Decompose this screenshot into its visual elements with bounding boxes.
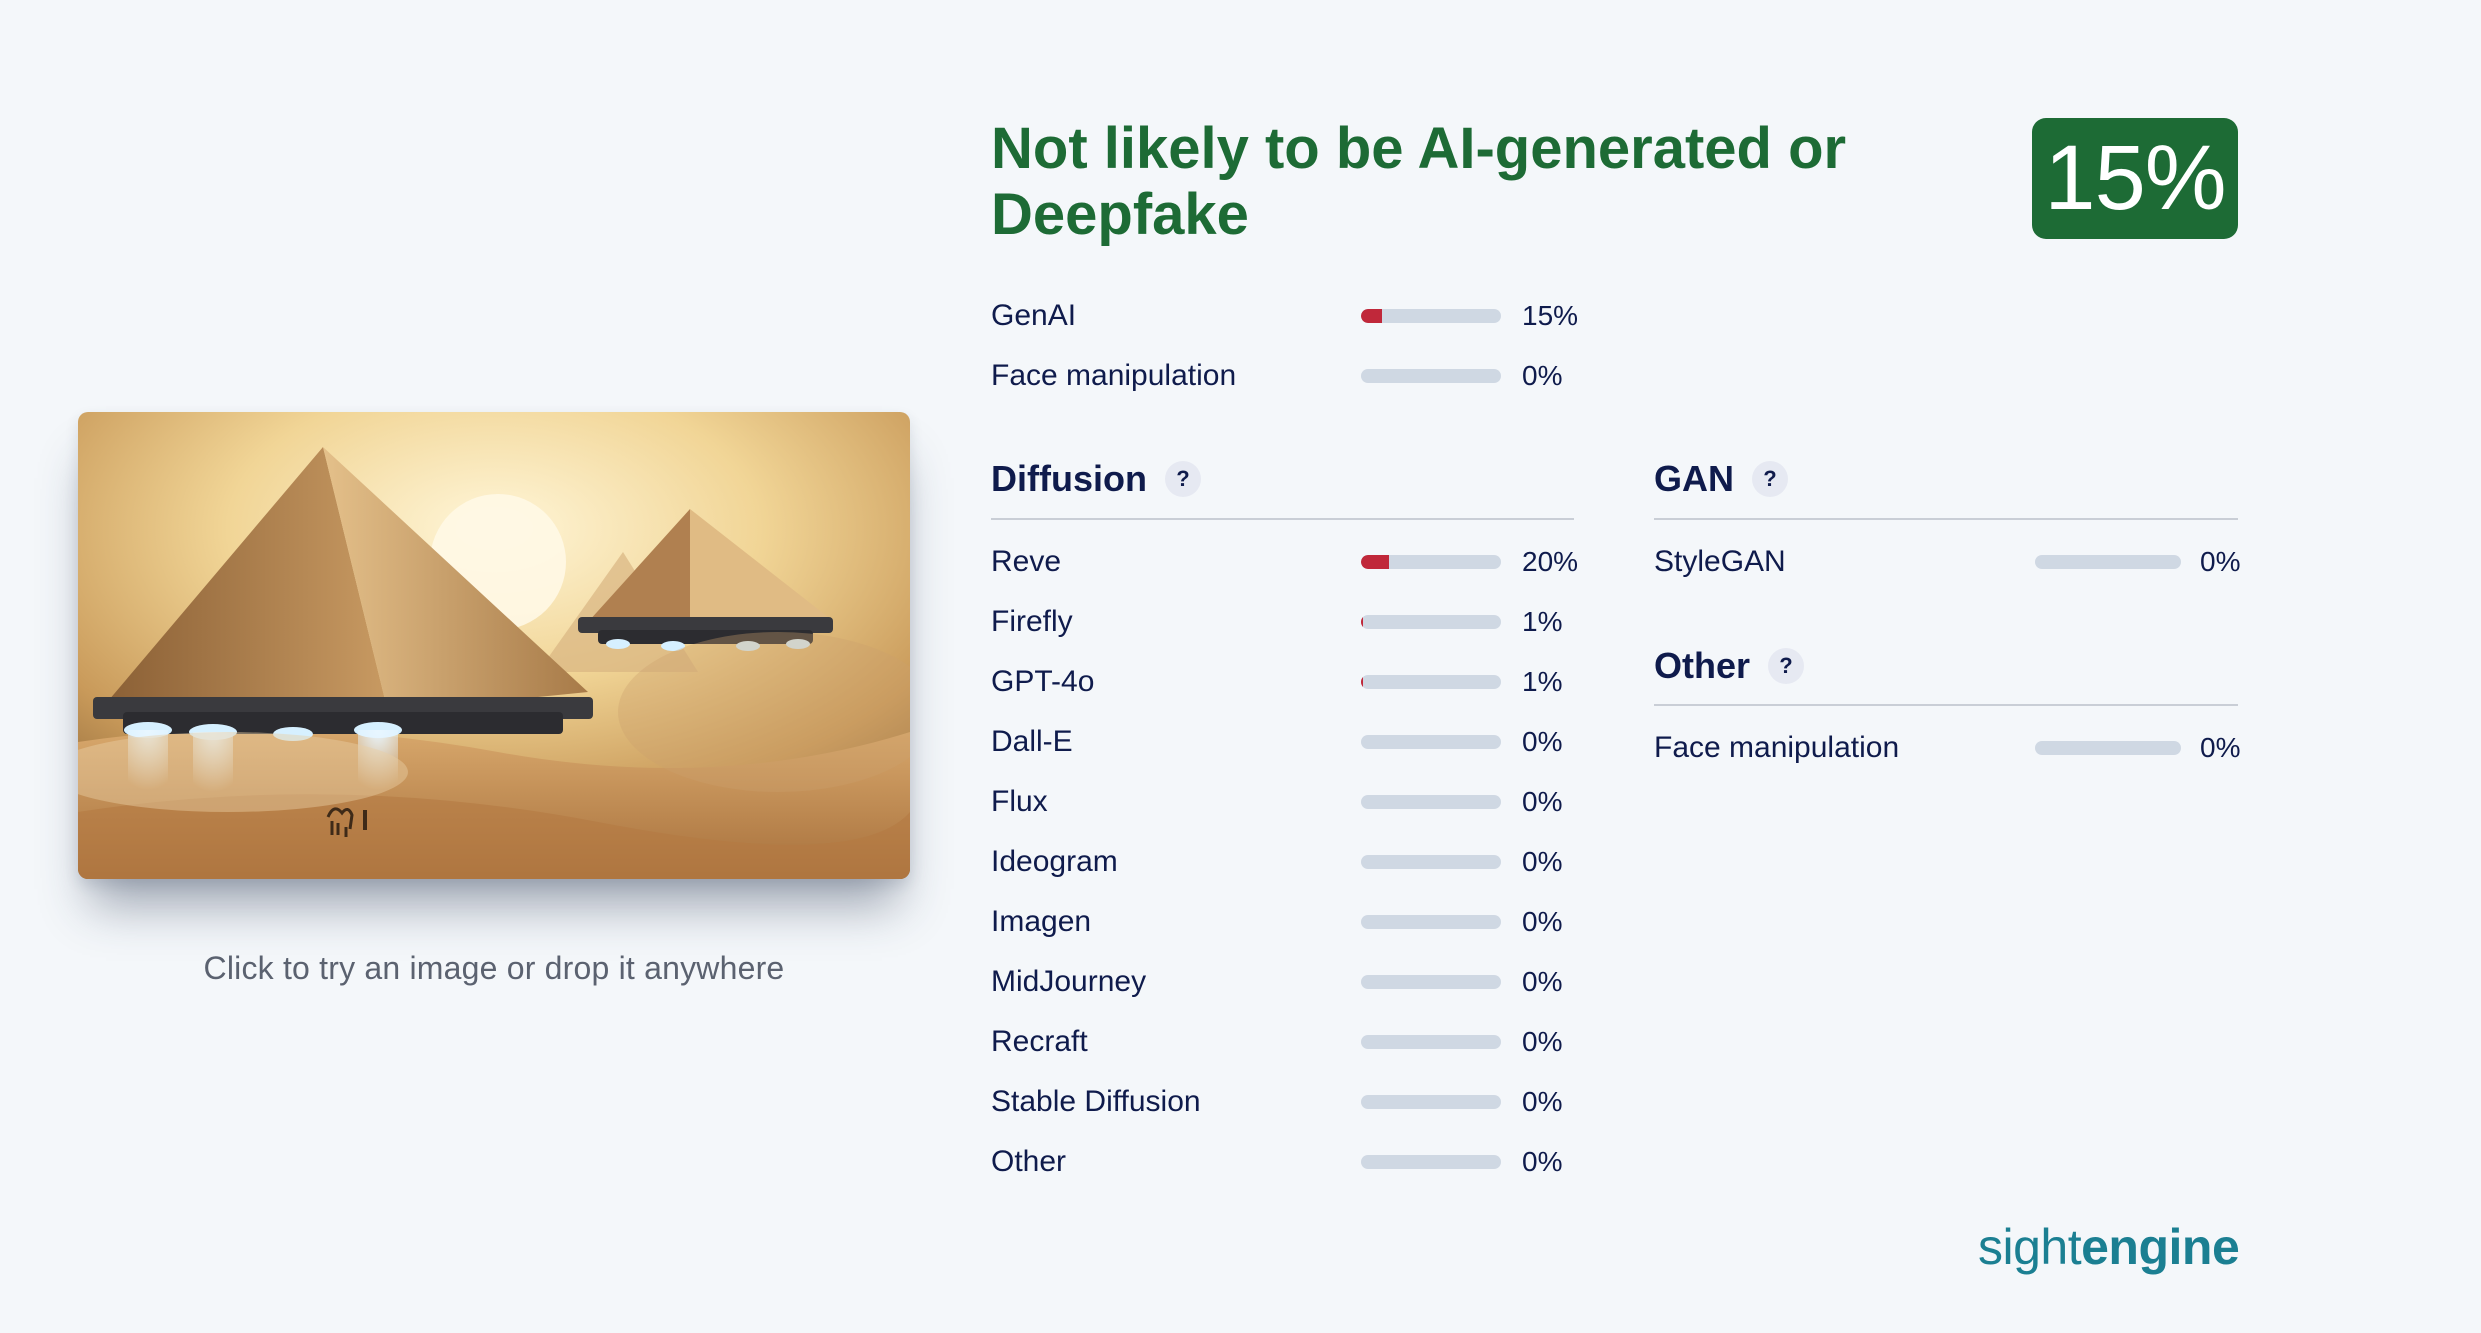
- score-percent: 20%: [1522, 546, 1579, 577]
- score-label: Flux: [991, 785, 1048, 818]
- score-bar: [1361, 855, 1501, 869]
- score-bar: [1361, 1035, 1501, 1049]
- score-row: Imagen: [991, 902, 1091, 942]
- score-row: Firefly: [991, 602, 1073, 642]
- score-percent: 0%: [1522, 966, 1563, 997]
- score-bar-fill: [1361, 615, 1363, 629]
- other-help-icon[interactable]: ?: [1768, 648, 1805, 684]
- score-label: Reve: [991, 545, 1062, 578]
- score-row: Stable Diffusion: [991, 1082, 1201, 1122]
- score-row: Other: [991, 1142, 1066, 1182]
- other-title: Other: [1654, 645, 1751, 686]
- score-bar-fill: [1361, 309, 1382, 323]
- score-percent: 0%: [1522, 846, 1563, 877]
- score-bar: [1361, 1155, 1501, 1169]
- score-bar: [1361, 795, 1501, 809]
- gan-divider: [1654, 518, 2238, 520]
- score-row: Flux: [991, 782, 1048, 822]
- score-percent: 1%: [1522, 666, 1563, 697]
- gan-title: GAN: [1654, 458, 1734, 499]
- score-row: Recraft: [991, 1022, 1088, 1062]
- score-label: Face manipulation: [1654, 731, 1900, 764]
- score-bar-fill: [1361, 555, 1389, 569]
- score-bar: [1361, 1095, 1501, 1109]
- other-header: Other ?: [1654, 645, 1805, 687]
- score-bar: [1361, 309, 1501, 323]
- score-bar: [1361, 915, 1501, 929]
- diffusion-title: Diffusion: [991, 458, 1147, 499]
- diffusion-header: Diffusion ?: [991, 458, 1201, 500]
- score-badge: 15%: [2032, 118, 2238, 239]
- score-label: Firefly: [991, 605, 1073, 638]
- score-label: GenAI: [991, 299, 1077, 332]
- score-bar: [2035, 555, 2181, 569]
- score-percent: 0%: [1522, 786, 1563, 817]
- score-row: MidJourney: [991, 962, 1146, 1002]
- score-bar: [1361, 615, 1501, 629]
- other-divider: [1654, 704, 2238, 706]
- score-label: Ideogram: [991, 845, 1118, 878]
- score-label: Imagen: [991, 905, 1092, 938]
- page: Click to try an image or drop it anywher…: [0, 0, 2481, 1333]
- sightengine-logo[interactable]: sightengine: [1978, 1218, 2240, 1276]
- score-label: MidJourney: [991, 965, 1147, 998]
- score-label: Dall-E: [991, 725, 1073, 758]
- score-row: Face manipulation: [991, 356, 1236, 396]
- diffusion-divider: [991, 518, 1574, 520]
- score-percent: 0%: [1522, 1026, 1563, 1057]
- score-percent: 0%: [1522, 726, 1563, 757]
- score-label: Stable Diffusion: [991, 1085, 1201, 1118]
- score-label: StyleGAN: [1654, 545, 1786, 578]
- score-label: Face manipulation: [991, 359, 1237, 392]
- score-percent: 0%: [2200, 732, 2241, 763]
- score-percent: 15%: [1522, 300, 1579, 331]
- logo-bold: engine: [2081, 1219, 2240, 1275]
- logo-light: sight: [1978, 1219, 2082, 1275]
- score-bar: [2035, 741, 2181, 755]
- gan-header: GAN ?: [1654, 458, 1788, 500]
- score-row: GPT-4o: [991, 662, 1094, 702]
- gan-help-icon[interactable]: ?: [1752, 461, 1788, 497]
- score-row: Ideogram: [991, 842, 1118, 882]
- score-percent: 0%: [1522, 1146, 1563, 1177]
- verdict-title: Not likely to be AI-generated or Deepfak…: [991, 116, 1847, 247]
- score-row: Face manipulation: [1654, 728, 1899, 768]
- score-label: Recraft: [991, 1025, 1088, 1058]
- score-percent: 0%: [2200, 546, 2241, 577]
- score-bar: [1361, 555, 1501, 569]
- score-bar: [1361, 675, 1501, 689]
- pyramids-image: [78, 412, 910, 879]
- score-row: Reve: [991, 542, 1061, 582]
- score-percent: 0%: [1522, 360, 1563, 391]
- score-row: GenAI: [991, 296, 1076, 336]
- score-bar-fill: [1361, 675, 1363, 689]
- score-bar: [1361, 975, 1501, 989]
- score-percent: 1%: [1522, 606, 1563, 637]
- score-row: StyleGAN: [1654, 542, 1786, 582]
- score-label: GPT-4o: [991, 665, 1095, 698]
- score-percent: 0%: [1522, 906, 1563, 937]
- score-row: Dall-E: [991, 722, 1073, 762]
- drop-hint: Click to try an image or drop it anywher…: [203, 950, 785, 986]
- uploaded-image[interactable]: [78, 412, 910, 879]
- diffusion-help-icon[interactable]: ?: [1164, 461, 1201, 497]
- score-bar: [1361, 735, 1501, 749]
- score-percent: 0%: [1522, 1086, 1563, 1117]
- score-label: Other: [991, 1145, 1067, 1178]
- score-bar: [1361, 369, 1501, 383]
